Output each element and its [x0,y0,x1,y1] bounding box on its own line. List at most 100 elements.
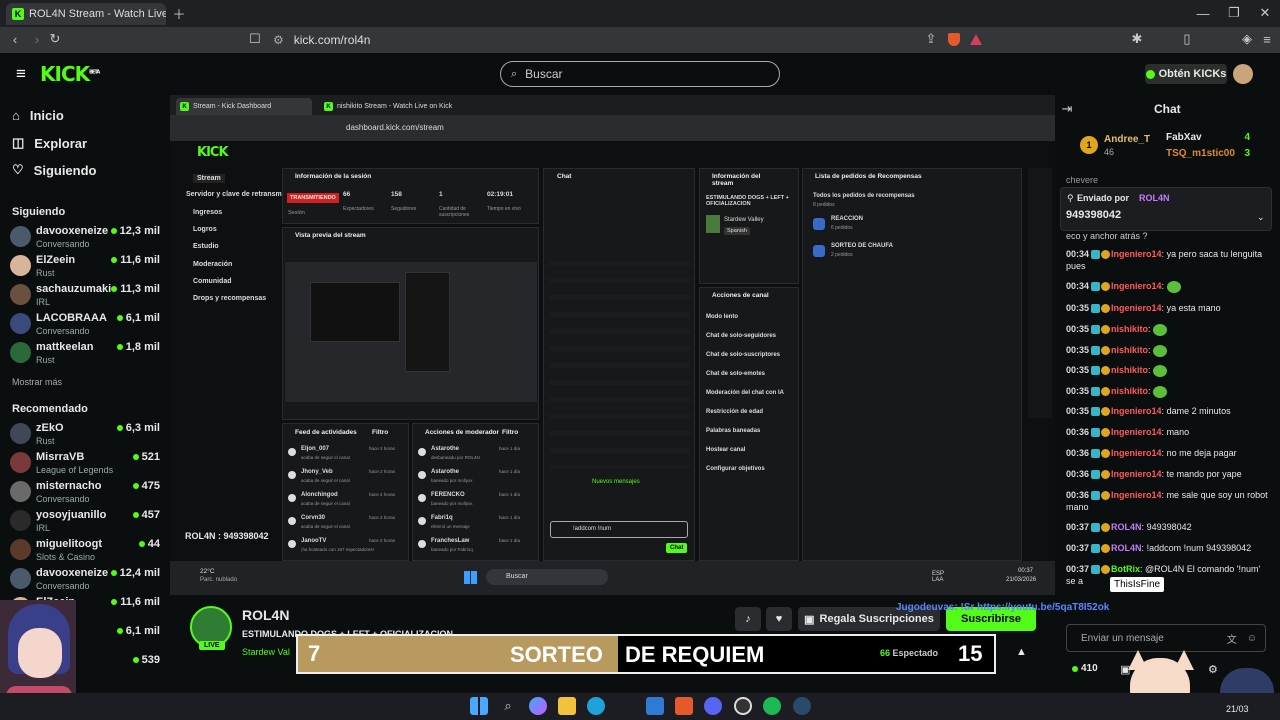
reward-name: SORTEO DE CHAUFA [831,243,894,249]
chat-message-user[interactable]: nishikito [1111,386,1148,396]
inner-tray-date: 21/03/2026 [1006,577,1037,583]
hamburger-menu-icon[interactable]: ≡ [12,64,30,83]
chat-message-user[interactable]: nishikito [1111,324,1148,334]
home-icon: ⌂ [12,108,20,123]
feed-item-text: eliminó un mensaje [431,524,470,529]
minimize-window-icon[interactable]: — [1195,6,1211,21]
chat-message-user[interactable]: ROL4N [1111,522,1142,532]
sidebar-channel[interactable]: MisrraVB League of Legends 521 [10,449,160,477]
feed-item-text: acaba de seguir el canal [301,501,350,506]
channel-name-label: misternacho [36,480,102,492]
brave-rewards-icon[interactable] [970,34,982,45]
nav-following[interactable]: ♡ Siguiendo [12,162,97,178]
sidebar-channel[interactable]: davooxeneize Conversando 12,4 mil [10,565,160,593]
chat-message-user[interactable]: Ingeniero14 [1111,469,1162,479]
reload-icon[interactable]: ↻ [48,31,62,46]
chat-colon: : [1161,281,1167,291]
back-icon[interactable]: ‹ [8,32,22,47]
pinned-message[interactable]: ⚲ Enviado por ROL4N 949398042 ⌄ [1060,187,1272,231]
taskbar-clock[interactable]: 21/03 [1226,704,1249,714]
steam-icon[interactable] [793,697,811,715]
chat-message-user[interactable]: nishikito [1111,345,1148,355]
copilot-icon[interactable] [529,697,547,715]
channel-name-label: zEkO [36,422,64,434]
nav-home[interactable]: ⌂ Inicio [12,108,64,123]
maximize-window-icon[interactable]: ❐ [1226,5,1242,20]
feed-item-text: ¡ha hosteado con 167 espectadores! [301,547,375,552]
windows-start-icon[interactable] [470,697,488,715]
taskbar-search-icon[interactable]: ⌕ [499,697,517,715]
share-icon[interactable]: ⇪ [924,31,938,46]
brave-shield-icon[interactable] [948,33,960,46]
file-explorer-icon[interactable] [558,697,576,715]
kicks-balance[interactable]: 410 [1072,663,1098,674]
sidebar-channel[interactable]: davooxeneize Conversando 12,3 mil [10,223,160,251]
sidebar-toggle-icon[interactable]: ▯ [1180,31,1194,46]
browser-tab[interactable]: K ROL4N Stream - Watch Live o ✕ [6,3,166,25]
chat-message-user[interactable]: Ingeniero14 [1111,427,1162,437]
spotify-icon[interactable] [763,697,781,715]
inner-tab-2-title: nishikito Stream - Watch Live on Kick [337,103,453,110]
top-gifter-1-name: Andree_T [1104,134,1151,145]
live-dot-icon [138,541,145,547]
brave-taskbar-icon[interactable] [675,697,693,715]
sidebar-channel[interactable]: ElZeein Rust 11,6 mil [10,252,160,280]
close-window-icon[interactable]: ✕ [1257,5,1273,20]
sidebar-channel[interactable]: yosoyjuanillo IRL 457 [10,507,160,535]
mod-title: Acciones de moderador [425,429,500,436]
discord-icon[interactable] [704,697,722,715]
edge-icon[interactable] [587,697,605,715]
chat-message-user[interactable]: nishikito [1111,365,1148,375]
report-icon[interactable]: ▲ [1016,646,1027,658]
sidebar-channel[interactable]: misternacho Conversando 475 [10,478,160,506]
sidebar-channel[interactable]: LACOBRAAA Conversando 6,1 mil [10,310,160,338]
sub-badge-icon [1091,491,1101,501]
chevron-down-icon[interactable]: ⌄ [1257,212,1265,223]
sidebar-channel[interactable]: zEkO Rust 6,3 mil [10,420,160,448]
chat-message-user[interactable]: Ingeniero14 [1111,303,1162,313]
vscode-icon[interactable] [646,697,664,715]
forward-icon[interactable]: › [30,32,44,47]
channel-viewers: 457 [132,509,160,521]
follow-button[interactable]: ♥ [766,607,792,631]
translate-icon[interactable]: 文 [1227,631,1237,646]
browser-tab-bar [0,0,1280,27]
stream-video-player[interactable]: K Stream - Kick Dashboard Knishikito Stre… [170,95,1055,595]
channel-avatar-icon [10,539,31,560]
notifications-button[interactable]: ♪ [735,607,761,631]
chat-message-user[interactable]: ROL4N [1111,543,1142,553]
banner-left-number: 7 [308,641,321,666]
show-more-link[interactable]: Mostrar más [12,377,62,387]
chat-message-user[interactable]: Ingeniero14 [1111,406,1162,416]
site-info-icon[interactable]: ⚙ [273,33,284,47]
get-kicks-button[interactable]: Obtén KICKs [1145,64,1227,84]
sidebar-channel[interactable]: mattkeelan Rust 1,8 mil [10,339,160,367]
search-input[interactable]: ⌕ Buscar [500,61,780,87]
chat-message-user[interactable]: Ingeniero14 [1111,490,1162,500]
chat-message-time: 00:35 [1066,303,1090,313]
chat-message: 00:35 nishikito: [1066,385,1271,398]
browser-menu-icon[interactable]: ≡ [1260,32,1274,47]
channel-name[interactable]: ROL4N [242,607,289,623]
kick-logo[interactable]: KICKBETA [40,62,100,86]
inner-weather-temp: 22°C [200,568,215,575]
extensions-icon[interactable]: ✱ [1130,31,1144,46]
user-avatar[interactable] [1233,64,1253,84]
new-tab-icon[interactable]: ＋ [172,6,186,22]
nav-explore[interactable]: ◫ Explorar [12,135,87,151]
chat-message-user[interactable]: Ingeniero14 [1111,281,1162,291]
sidebar-channel[interactable]: sachauzumaki IRL 11,3 mil [10,281,160,309]
wallet-icon[interactable]: ◈ [1240,31,1254,46]
obs-icon[interactable] [734,697,752,715]
feed-item-time: hace 2 horas [369,538,396,543]
address-bar[interactable]: ⚙ kick.com/rol4n [245,30,990,50]
chat-input[interactable]: Enviar un mensaje 文 ☺ [1066,624,1266,652]
stream-category[interactable]: Stardew Val [242,647,290,657]
collapse-chat-icon[interactable]: ⇥ [1060,101,1074,116]
emoji-icon[interactable]: ☺ [1247,633,1257,644]
chat-message-user[interactable]: Ingeniero14 [1111,249,1162,259]
chat-message-user[interactable]: BotRix [1111,564,1140,574]
chat-message-text: mano [1166,427,1190,437]
sidebar-channel[interactable]: miguelitoogt Slots & Casino 44 [10,536,160,564]
chat-message-user[interactable]: Ingeniero14 [1111,448,1162,458]
